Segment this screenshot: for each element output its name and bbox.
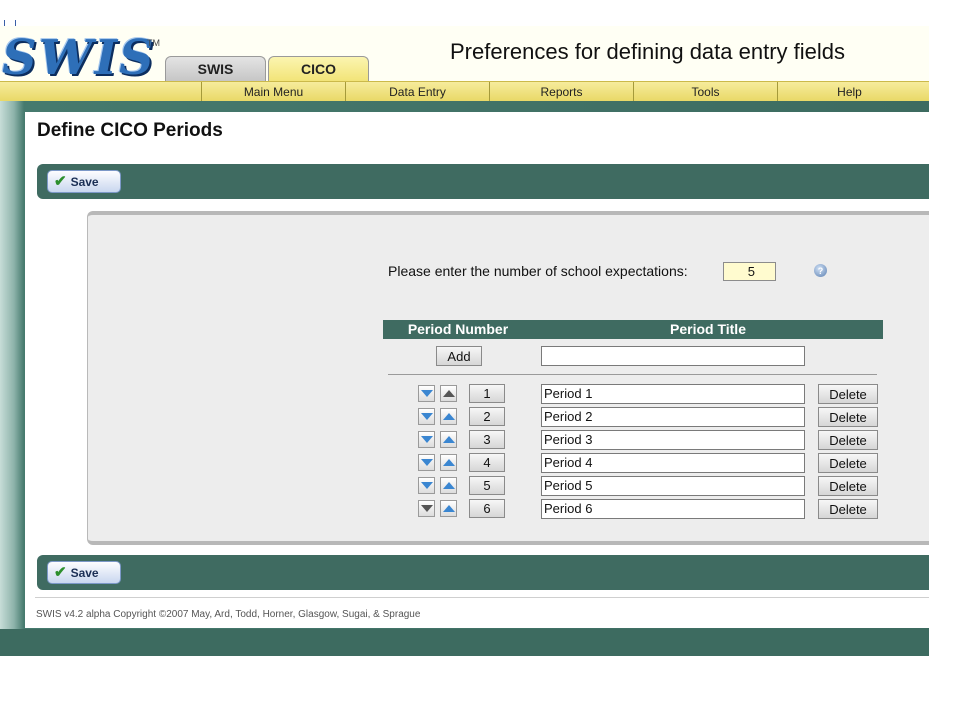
arrow-up-icon [442,482,455,489]
period-title-input[interactable]: Period 6 [541,499,805,519]
table-row: 1 Period 1 Delete [88,384,929,404]
main-content: Define CICO Periods ✔ Save Please enter … [25,112,929,628]
expectations-input[interactable]: 5 [723,262,776,281]
period-number[interactable]: 1 [469,384,505,403]
nav-item-data-entry[interactable]: Data Entry [345,82,489,101]
period-number[interactable]: 2 [469,407,505,426]
delete-button[interactable]: Delete [818,430,878,450]
arrow-up-icon [442,390,455,397]
move-down-button[interactable] [418,454,435,471]
arrow-up-icon [442,505,455,512]
period-title-input[interactable]: Period 3 [541,430,805,450]
save-button-top[interactable]: ✔ Save [47,170,121,193]
tab-cico[interactable]: CICO [268,56,369,81]
copyright-text: SWIS v4.2 alpha Copyright ©2007 May, Ard… [36,609,421,620]
table-row: 4 Period 4 Delete [88,453,929,473]
save-button-bottom[interactable]: ✔ Save [47,561,121,584]
table-row: 3 Period 3 Delete [88,430,929,450]
new-period-title-input[interactable] [541,346,805,366]
nav-item-main-menu[interactable]: Main Menu [201,82,345,101]
delete-button[interactable]: Delete [818,384,878,404]
move-down-button[interactable] [418,385,435,402]
column-header-period-number: Period Number [407,321,509,337]
delete-button[interactable]: Delete [818,499,878,519]
move-up-button[interactable] [440,385,457,402]
column-header-period-title: Period Title [670,321,746,337]
arrow-up-icon [442,413,455,420]
period-title-input[interactable]: Period 4 [541,453,805,473]
nav-item-help[interactable]: Help [777,82,921,101]
period-number[interactable]: 4 [469,453,505,472]
nav-item-reports[interactable]: Reports [489,82,633,101]
checkmark-icon: ✔ [54,564,67,581]
period-title-input[interactable]: Period 2 [541,407,805,427]
main-nav: Main Menu Data Entry Reports Tools Help [0,81,929,102]
checkmark-icon: ✔ [54,173,67,190]
table-row: 2 Period 2 Delete [88,407,929,427]
app-frame: SWIS TM SWIS CICO Preferences for defini… [0,0,929,656]
expectations-label: Please enter the number of school expect… [388,263,688,279]
tab-swis[interactable]: SWIS [165,56,266,81]
divider [388,374,877,375]
move-up-button[interactable] [440,408,457,425]
save-label: Save [70,174,99,189]
header-title: Preferences for defining data entry fiel… [450,39,846,64]
move-down-button[interactable] [418,408,435,425]
arrow-down-icon [420,413,433,420]
bottom-action-bar: ✔ Save [37,555,929,590]
save-label: Save [70,565,99,580]
top-action-bar: ✔ Save [37,164,929,199]
arrow-up-icon [442,459,455,466]
footer-divider [35,597,929,598]
period-title-input[interactable]: Period 5 [541,476,805,496]
delete-button[interactable]: Delete [818,476,878,496]
move-up-button[interactable] [440,477,457,494]
table-row: 5 Period 5 Delete [88,476,929,496]
browser-top-strip [0,0,929,29]
table-row: 6 Period 6 Delete [88,499,929,519]
delete-button[interactable]: Delete [818,407,878,427]
arrow-down-icon [420,436,433,443]
bottom-band [0,629,929,656]
nav-item-tools[interactable]: Tools [633,82,777,101]
periods-panel: Please enter the number of school expect… [87,211,929,545]
period-title-input[interactable]: Period 1 [541,384,805,404]
arrow-down-icon [420,482,433,489]
move-down-button[interactable] [418,500,435,517]
arrow-down-icon [420,459,433,466]
move-up-button[interactable] [440,500,457,517]
add-button[interactable]: Add [436,346,482,366]
table-header: Period Number Period Title [383,320,883,339]
arrow-down-icon [420,390,433,397]
trademark-mark: TM [147,38,160,48]
swis-logo: SWIS [2,30,156,86]
arrow-down-icon [420,505,433,512]
arrow-up-icon [442,436,455,443]
header: SWIS TM SWIS CICO Preferences for defini… [0,26,929,86]
page-title: Define CICO Periods [37,120,223,141]
period-number[interactable]: 6 [469,499,505,518]
move-down-button[interactable] [418,431,435,448]
help-icon[interactable]: ? [814,264,827,277]
period-number[interactable]: 5 [469,476,505,495]
move-down-button[interactable] [418,477,435,494]
move-up-button[interactable] [440,454,457,471]
period-number[interactable]: 3 [469,430,505,449]
delete-button[interactable]: Delete [818,453,878,473]
move-up-button[interactable] [440,431,457,448]
